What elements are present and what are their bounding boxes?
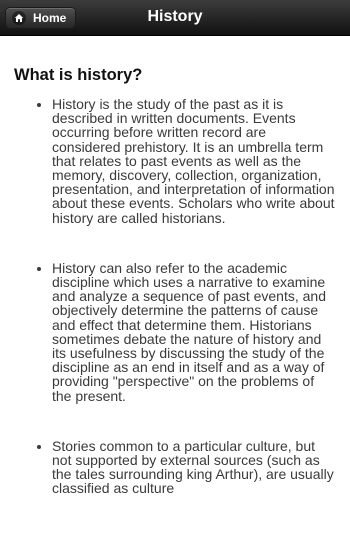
list-item: History can also refer to the academic d…: [52, 261, 336, 403]
home-icon: [12, 11, 26, 25]
list-item: History is the study of the past as it i…: [52, 97, 336, 225]
home-button[interactable]: Home: [5, 7, 77, 29]
content-area: What is history? History is the study of…: [0, 36, 350, 532]
app-screen: Home History What is history? History is…: [0, 0, 350, 550]
home-button-label: Home: [33, 11, 67, 25]
list-item: Stories common to a particular culture, …: [52, 439, 336, 496]
header-bar: Home History: [0, 0, 350, 36]
paragraph-list: History is the study of the past as it i…: [14, 97, 336, 496]
section-heading: What is history?: [14, 66, 143, 84]
